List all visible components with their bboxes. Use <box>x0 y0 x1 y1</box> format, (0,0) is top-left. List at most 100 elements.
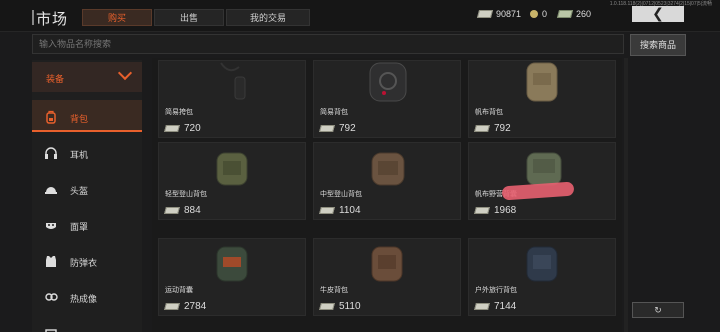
price-value: 7144 <box>494 301 517 312</box>
cash-value: 90871 <box>496 9 522 19</box>
simple-backpack-image <box>369 62 407 102</box>
item-card[interactable]: 简易挎包 720 <box>158 60 306 138</box>
price-value: 1968 <box>494 205 517 216</box>
tab-buy[interactable]: 购买 <box>82 9 152 26</box>
sidebar-item-mask[interactable]: 面罩 <box>32 208 142 240</box>
price-value: 792 <box>339 123 356 134</box>
tab-bar: 购买 出售 我的交易 <box>82 9 312 26</box>
cash-icon <box>319 207 335 214</box>
sidebar-item-vest[interactable]: 防弹衣 <box>32 244 142 276</box>
cash-icon <box>474 303 490 310</box>
sidebar-item-label: 面罩 <box>70 222 89 232</box>
item-name: 简易背包 <box>320 109 348 116</box>
sidebar-item-headphone[interactable]: 耳机 <box>32 136 142 168</box>
item-card[interactable]: 帆布野营背囊 1968 <box>468 142 616 220</box>
headphone-icon <box>45 147 57 159</box>
search-row: 搜索商品 <box>32 34 686 56</box>
item-name: 简易挎包 <box>165 109 193 116</box>
price-value: 720 <box>184 123 201 134</box>
page-title: 市场 <box>36 11 69 28</box>
price-value: 2784 <box>184 301 207 312</box>
item-card[interactable]: 户外旅行背包 7144 <box>468 238 616 316</box>
item-name: 帆布背包 <box>475 109 503 116</box>
item-card[interactable]: 轻型登山背包 884 <box>158 142 306 220</box>
price-value: 884 <box>184 205 201 216</box>
item-name: 运动背囊 <box>165 287 193 294</box>
leather-backpack-image <box>371 246 403 282</box>
cash-icon <box>474 207 490 214</box>
light-hiking-backpack-image <box>216 152 248 186</box>
green-value: 260 <box>576 9 592 19</box>
tab-my-trades[interactable]: 我的交易 <box>226 9 310 26</box>
tab-sell[interactable]: 出售 <box>154 9 224 26</box>
cash-icon <box>164 303 180 310</box>
sidebar: 装备 背包 耳机 头盔 面罩 防弹衣 热成像 <box>32 60 142 332</box>
price-value: 5110 <box>339 301 361 312</box>
green-currency-icon <box>556 10 574 18</box>
item-card[interactable]: 中型登山背包 1104 <box>313 142 461 220</box>
cash-balance: 90871 <box>476 9 522 19</box>
item-card[interactable]: 简易背包 792 <box>313 60 461 138</box>
category-dropdown[interactable]: 装备 <box>32 62 142 92</box>
item-price: 720 <box>164 123 201 134</box>
price-value: 1104 <box>339 205 361 216</box>
grid-scrollbar[interactable] <box>624 58 628 332</box>
sidebar-item-more[interactable] <box>32 316 142 332</box>
item-price: 1104 <box>319 205 361 216</box>
chevron-down-icon <box>117 65 133 81</box>
coin-value: 0 <box>542 9 548 19</box>
item-price: 792 <box>474 123 511 134</box>
green-balance: 260 <box>556 9 592 19</box>
sidebar-item-backpack[interactable]: 背包 <box>32 100 142 132</box>
back-button[interactable]: ❮ <box>632 6 684 22</box>
canvas-camping-pack-image <box>526 152 562 186</box>
item-price: 5110 <box>319 301 361 312</box>
mask-icon <box>46 223 56 229</box>
price-value: 792 <box>494 123 511 134</box>
category-label: 装备 <box>46 74 65 84</box>
sidebar-item-label: 防弹衣 <box>70 258 98 268</box>
chevron-left-icon: ❮ <box>652 5 664 21</box>
search-button[interactable]: 搜索商品 <box>630 34 686 56</box>
vest-icon <box>46 256 56 267</box>
item-price: 1968 <box>474 205 517 216</box>
item-card[interactable]: 运动背囊 2784 <box>158 238 306 316</box>
item-name: 牛皮背包 <box>320 287 348 294</box>
sidebar-item-label: 背包 <box>70 114 89 124</box>
top-bar: 市场 购买 出售 我的交易 1.0.118.118(2)|0712|0523|3… <box>0 0 720 32</box>
item-price: 792 <box>319 123 356 134</box>
sidebar-item-thermal[interactable]: 热成像 <box>32 280 142 312</box>
sidebar-item-label: 头盔 <box>70 186 89 196</box>
coin-balance: 0 <box>530 9 547 19</box>
cash-icon <box>474 125 490 132</box>
cash-icon <box>476 10 494 18</box>
item-price: 884 <box>164 205 201 216</box>
cash-icon <box>319 125 335 132</box>
item-name: 户外旅行背包 <box>475 287 517 294</box>
item-card[interactable]: 帆布背包 792 <box>468 60 616 138</box>
sidebar-item-helmet[interactable]: 头盔 <box>32 172 142 204</box>
search-input[interactable] <box>32 34 624 54</box>
cash-icon <box>164 207 180 214</box>
canvas-backpack-image <box>526 62 558 102</box>
sidebar-item-label: 耳机 <box>70 150 89 160</box>
title-divider <box>32 10 34 25</box>
sidebar-item-label: 热成像 <box>70 294 98 304</box>
sports-pack-image <box>216 246 248 282</box>
outdoor-travel-backpack-image <box>526 246 558 282</box>
shoulder-bag-image <box>220 62 246 100</box>
coin-icon <box>530 10 538 18</box>
more-category-icon <box>45 329 57 332</box>
item-name: 轻型登山背包 <box>165 191 207 198</box>
refresh-button[interactable]: ↻ <box>632 302 684 318</box>
helmet-icon <box>45 187 57 194</box>
item-price: 2784 <box>164 301 207 312</box>
item-card[interactable]: 牛皮背包 5110 <box>313 238 461 316</box>
refresh-icon: ↻ <box>654 305 662 315</box>
item-price: 7144 <box>474 301 517 312</box>
medium-hiking-backpack-image <box>371 152 405 186</box>
backpack-icon <box>46 110 56 124</box>
cash-icon <box>164 125 180 132</box>
thermal-icon <box>45 293 58 301</box>
item-name: 中型登山背包 <box>320 191 362 198</box>
